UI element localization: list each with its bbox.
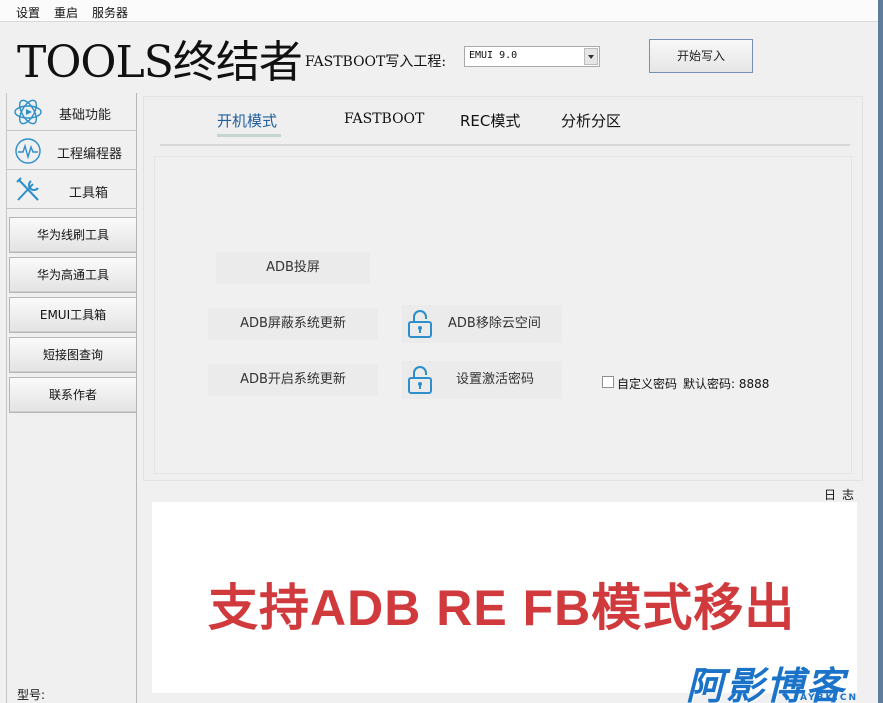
project-select[interactable]: EMUI 9.0 [464,46,600,67]
tab-analyze-partition[interactable]: 分析分区 [561,110,621,131]
adb-enable-update-button[interactable]: ADB开启系统更新 [208,364,378,396]
sidebar-item-label: 工程编程器 [57,147,123,162]
overlay-caption: 支持ADB RE FB模式移出 [208,580,796,636]
default-password-label: 默认密码: 8888 [683,377,770,391]
app-logo: TOOLS终结者 [17,37,303,88]
dropdown-arrow-icon[interactable] [584,48,598,65]
adb-cast-button[interactable]: ADB投屏 [216,252,370,284]
sidebar-item-programmer[interactable]: 工程编程器 [7,132,137,170]
menu-restart[interactable]: 重启 [54,4,78,21]
sidebar-item-basic[interactable]: 基础功能 [7,93,137,131]
adb-block-update-button[interactable]: ADB屏蔽系统更新 [208,308,378,340]
adb-remove-cloud-label: ADB移除云空间 [448,316,541,331]
huawei-qualcomm-tool-button[interactable]: 华为高通工具 [9,257,137,293]
window-edge [878,0,883,703]
sidebar-item-label: 工具箱 [69,186,109,201]
model-label: 型号: [17,688,46,702]
log-label: 日志 [824,488,861,502]
tools-icon [16,177,39,201]
watermark-logo: 阿影博客 AYBK.CN [686,655,883,703]
sidebar-item-toolbox[interactable]: 工具箱 [7,171,137,209]
short-circuit-lookup-button[interactable]: 短接图查询 [9,337,137,373]
project-select-value: EMUI 9.0 [469,50,518,61]
huawei-flash-tool-button[interactable]: 华为线刷工具 [9,217,137,253]
custom-password-checkbox[interactable] [602,376,614,388]
atom-icon [14,99,42,125]
lock-icon [408,366,432,394]
contact-author-button[interactable]: 联系作者 [9,377,137,413]
custom-password-label: 自定义密码 [617,377,678,391]
tab-active-indicator [217,134,281,137]
lock-icon [408,310,432,338]
sidebar-item-label: 基础功能 [59,108,112,123]
menu-server[interactable]: 服务器 [92,4,128,21]
set-activation-password-label: 设置激活密码 [456,372,535,387]
menu-settings[interactable]: 设置 [16,4,40,21]
wave-icon [15,138,41,164]
start-write-button[interactable]: 开始写入 [649,39,753,73]
sidebar: 基础功能 工程编程器 工具箱 华为线刷工具 华为高通工具 EMUI工具箱 短接图… [6,93,137,703]
tabs-divider [160,144,850,146]
menu-bar: 设置 重启 服务器 [0,0,883,22]
tab-boot-mode[interactable]: 开机模式 [217,110,277,131]
tab-rec-mode[interactable]: REC模式 [460,110,520,131]
tab-fastboot[interactable]: FASTBOOT [344,111,424,127]
fastboot-project-label: FASTBOOT写入工程: [305,54,447,70]
emui-toolbox-button[interactable]: EMUI工具箱 [9,297,137,333]
watermark-domain: AYBK.CN [800,693,859,703]
